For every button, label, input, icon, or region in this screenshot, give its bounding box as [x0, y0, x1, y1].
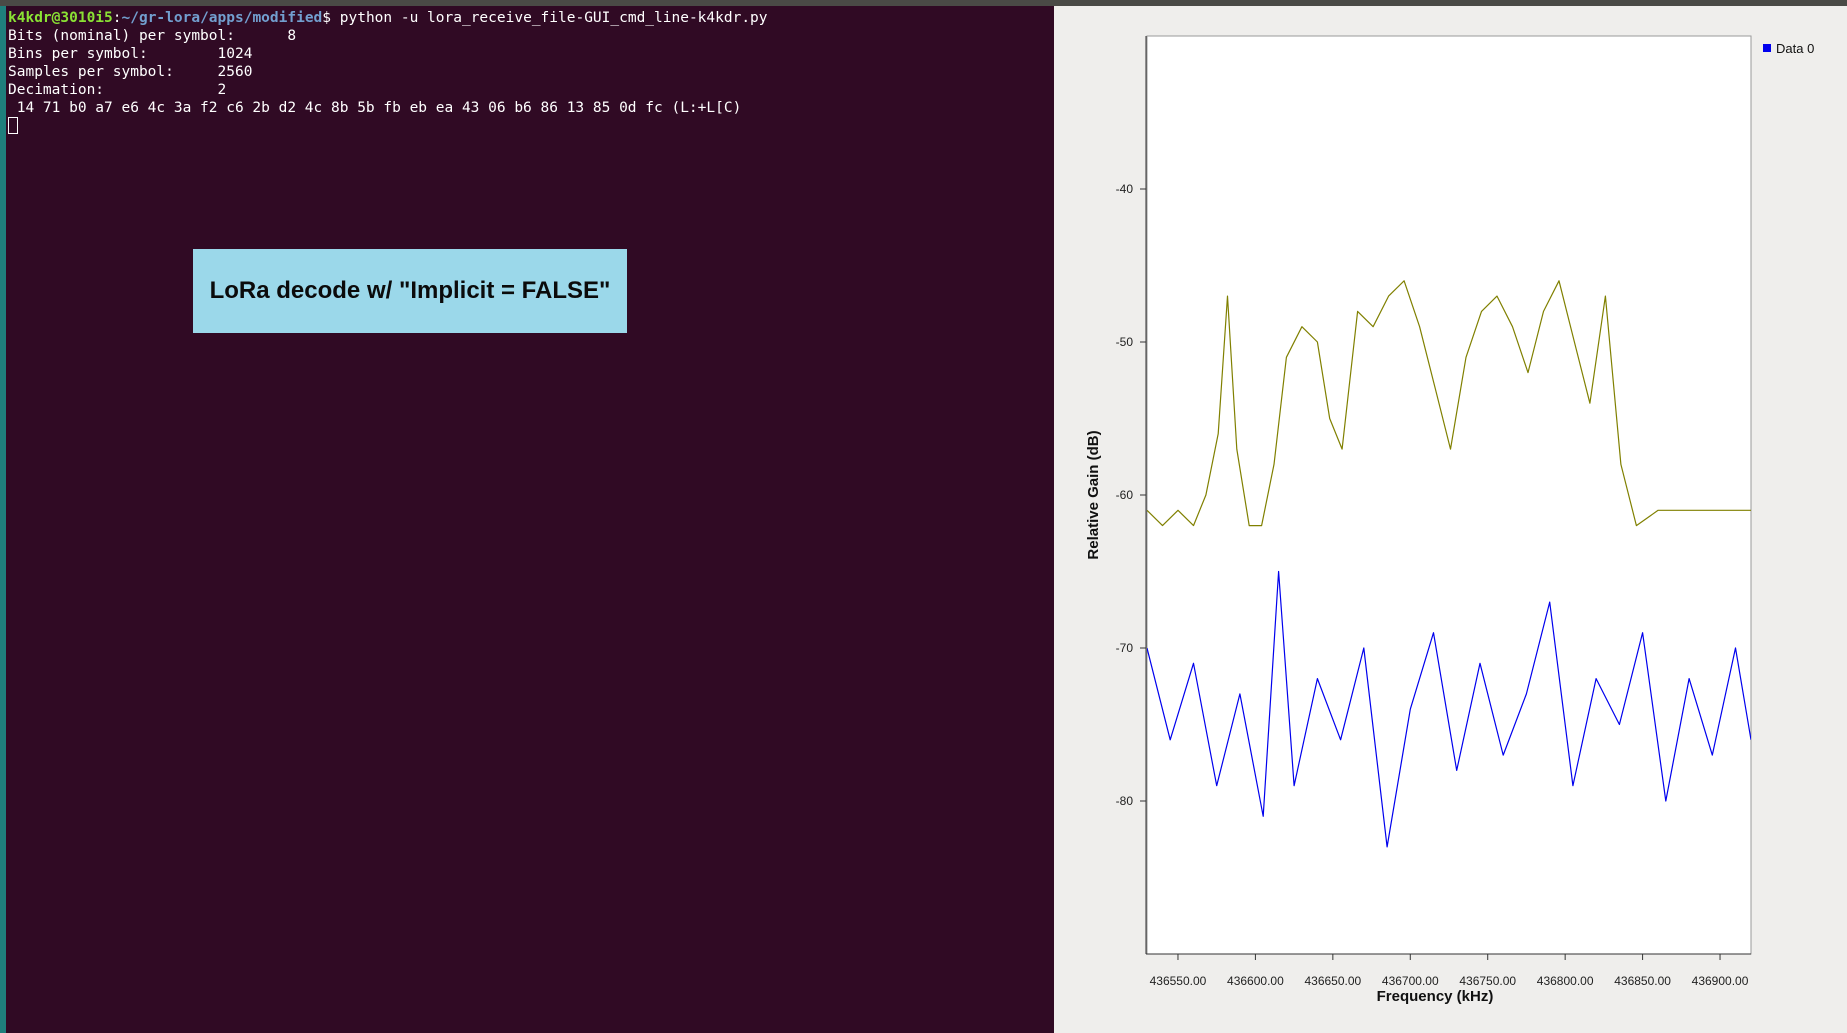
terminal-output-line: Bits (nominal) per symbol: 8 — [8, 28, 297, 44]
x-tick-label: 436900.00 — [1692, 974, 1749, 988]
legend-swatch — [1763, 44, 1771, 52]
x-tick-label: 436700.00 — [1382, 974, 1439, 988]
frequency-plot[interactable]: 436550.00 436600.00 436650.00 436700.00 4367… — [1054, 6, 1847, 1033]
terminal-output-line: Bins per symbol: 1024 — [8, 46, 253, 62]
x-tick-label: 436650.00 — [1304, 974, 1361, 988]
x-tick-label: 436850.00 — [1614, 974, 1671, 988]
legend: Data 0 — [1763, 41, 1814, 56]
prompt-symbol: $ — [322, 10, 332, 26]
x-tick-label: 436800.00 — [1537, 974, 1594, 988]
terminal-window[interactable]: k4kdr@3010i5:~/gr-lora/apps/modified$ py… — [6, 6, 1054, 1033]
x-tick-label: 436750.00 — [1459, 974, 1516, 988]
terminal-output-line: Decimation: 2 — [8, 82, 227, 98]
x-axis-title: Frequency (kHz) — [1377, 988, 1494, 1005]
legend-label: Data 0 — [1776, 41, 1814, 56]
prompt-separator: : — [112, 10, 122, 26]
terminal-output-line: Samples per symbol: 2560 — [8, 64, 253, 80]
prompt-command: python -u lora_receive_file-GUI_cmd_line… — [331, 10, 768, 26]
x-tick-label: 436600.00 — [1227, 974, 1284, 988]
terminal-prompt-line: k4kdr@3010i5:~/gr-lora/apps/modified$ py… — [8, 9, 1054, 27]
annotation-label: LoRa decode w/ "Implicit = FALSE" — [193, 249, 627, 333]
plot-canvas[interactable] — [1146, 35, 1752, 955]
prompt-path: ~/gr-lora/apps/modified — [121, 10, 323, 26]
prompt-user: k4kdr@3010i5 — [8, 10, 113, 26]
frequency-plot-window[interactable]: 436550.00 436600.00 436650.00 436700.00 4367… — [1054, 6, 1847, 1033]
y-tick-label: -70 — [1116, 641, 1134, 655]
y-tick-label: -60 — [1116, 488, 1134, 502]
x-tick-label: 436550.00 — [1150, 974, 1207, 988]
y-tick-label: -80 — [1116, 794, 1134, 808]
terminal-cursor-line — [8, 117, 1054, 135]
y-tick-label: -50 — [1116, 335, 1134, 349]
terminal-cursor[interactable] — [8, 117, 18, 134]
terminal-output-line: 14 71 b0 a7 e6 4c 3a f2 c6 2b d2 4c 8b 5… — [8, 100, 742, 116]
y-axis-title: Relative Gain (dB) — [1085, 430, 1102, 559]
y-tick-label: -40 — [1116, 182, 1134, 196]
